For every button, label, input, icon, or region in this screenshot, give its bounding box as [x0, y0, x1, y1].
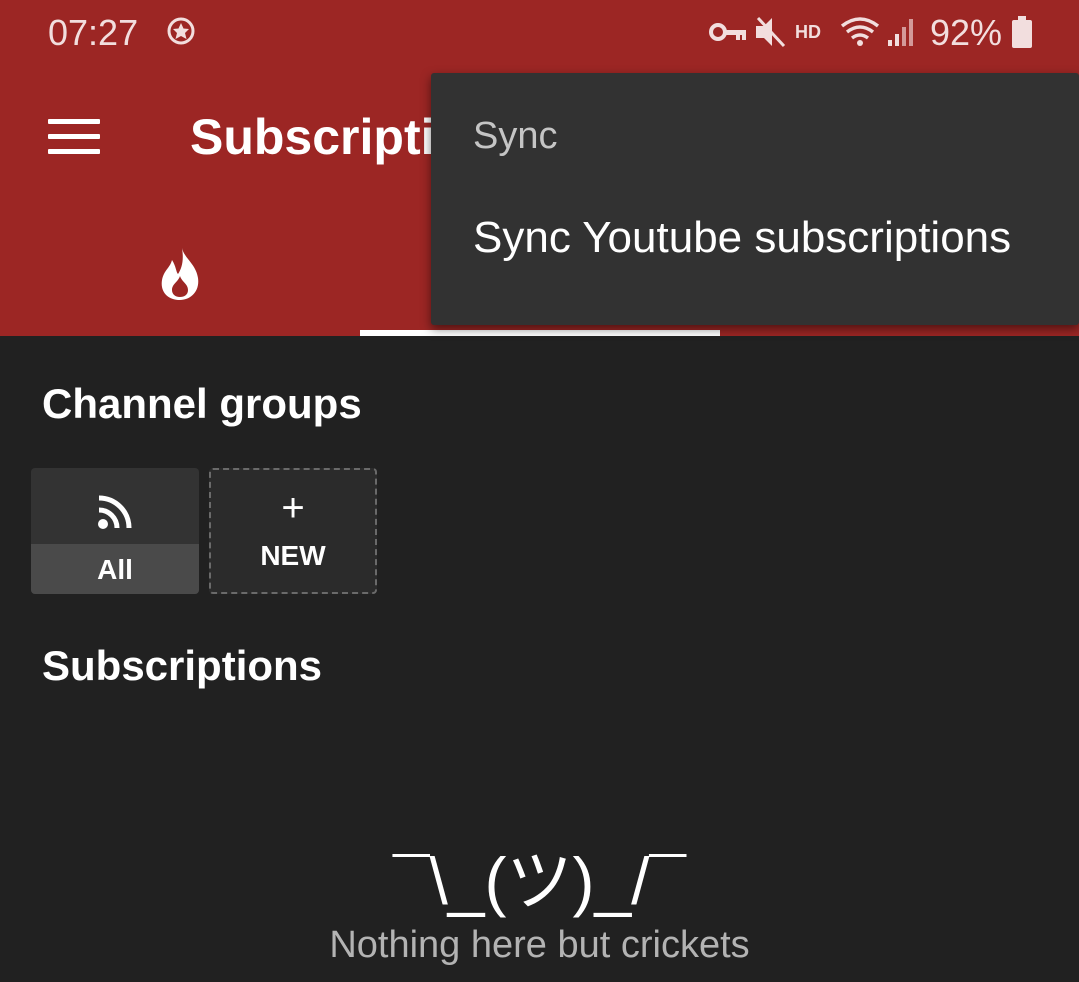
rss-icon	[98, 495, 132, 529]
subscriptions-title: Subscriptions	[42, 642, 323, 689]
battery-icon	[1012, 16, 1032, 48]
channel-groups-title: Channel groups	[42, 380, 362, 427]
channel-group-all[interactable]: All	[31, 468, 199, 594]
wifi-icon	[840, 17, 880, 46]
menu-item-sync-youtube[interactable]: Sync Youtube subscriptions	[473, 213, 1011, 263]
new-channel-group-button[interactable]: + NEW	[209, 468, 377, 594]
status-time: 07:27	[48, 12, 139, 53]
battery-percent: 92%	[930, 12, 1003, 53]
mute-icon	[756, 16, 786, 48]
signal-icon	[888, 19, 913, 46]
channel-group-label: All	[97, 554, 133, 585]
status-bar: 07:27 HD 92%	[0, 0, 1079, 70]
tab-trending-fire-icon[interactable]	[156, 246, 204, 302]
hd-icon: HD	[795, 22, 821, 42]
channel-group-label-bar: All	[31, 544, 199, 594]
menu-header-sync: Sync	[473, 115, 558, 157]
empty-state-message: Nothing here but crickets	[329, 924, 750, 966]
plus-icon: +	[281, 486, 305, 530]
overflow-menu: Sync Sync Youtube subscriptions	[431, 73, 1079, 325]
notification-icon	[167, 17, 195, 45]
hamburger-icon[interactable]	[48, 119, 100, 155]
empty-state-emoticon: ¯\_(ツ)_/¯	[393, 844, 686, 918]
vpn-key-icon	[709, 23, 746, 41]
new-group-label: NEW	[260, 540, 326, 571]
tab-selected-indicator	[360, 330, 720, 336]
